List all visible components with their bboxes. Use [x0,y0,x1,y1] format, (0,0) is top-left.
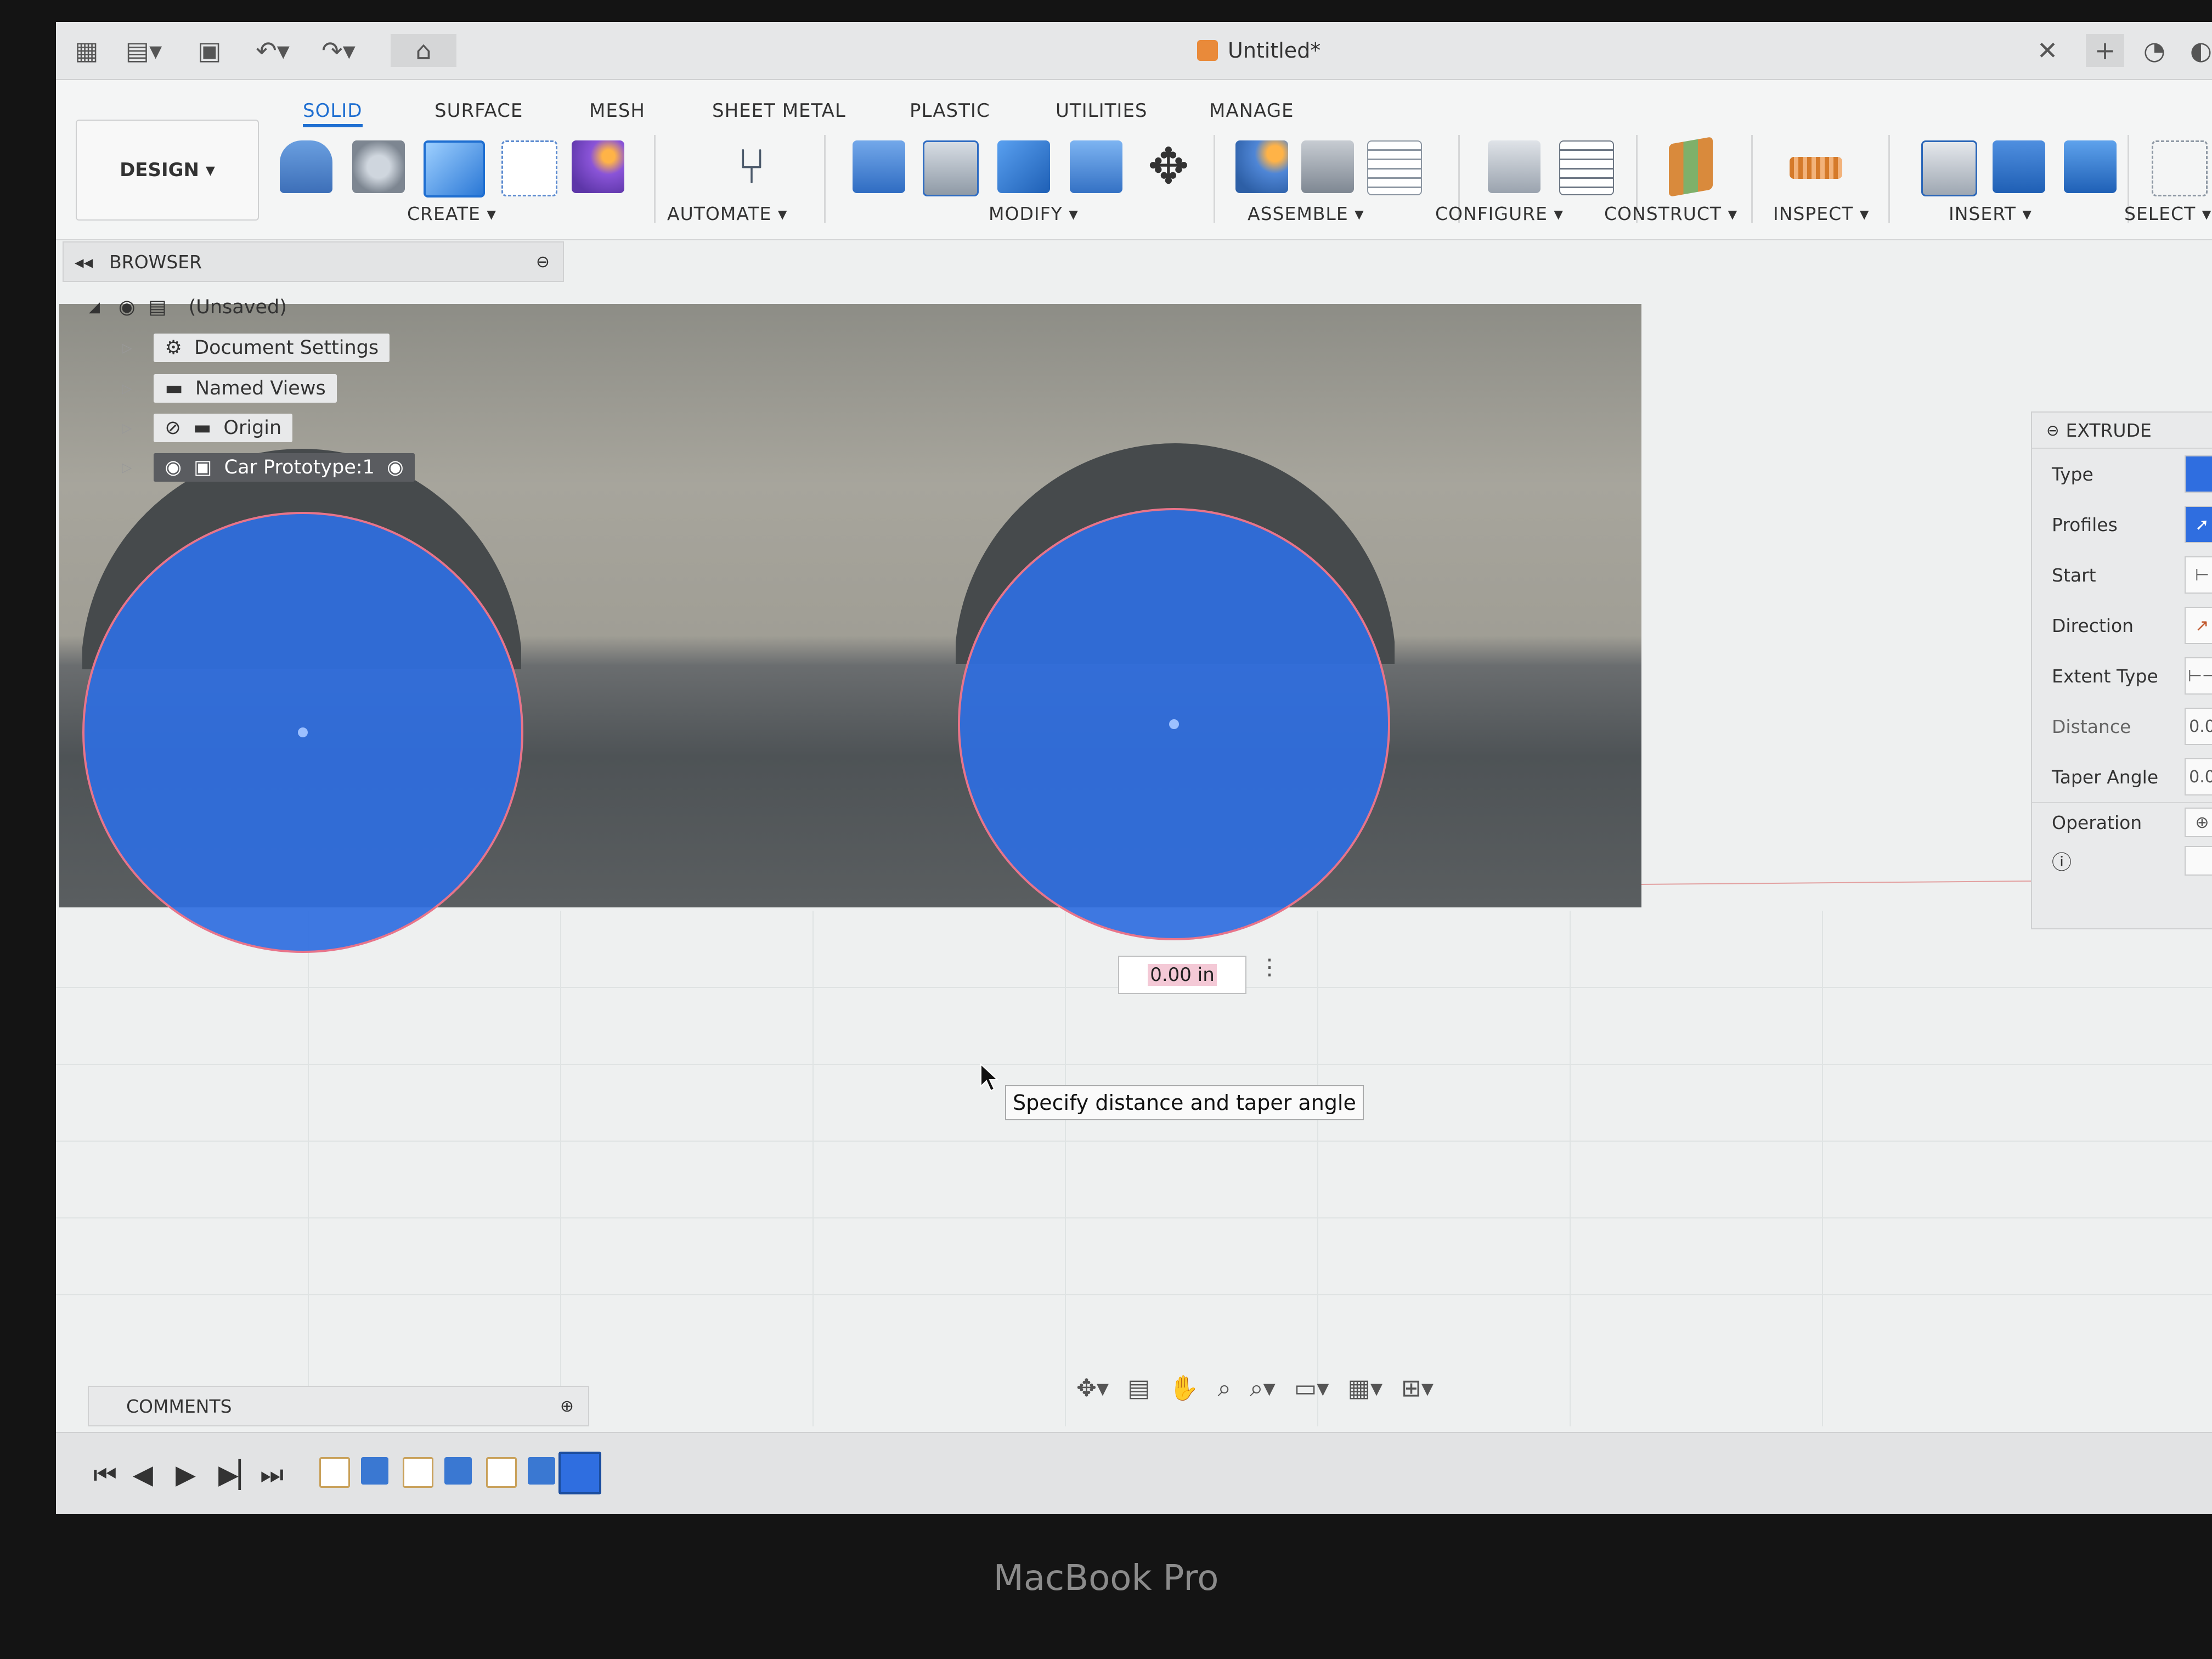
timeline-active-extrude-icon[interactable] [558,1452,601,1494]
browser-root[interactable]: ◢ ◉ ▤ (Unsaved) [89,291,287,324]
bezel-logo: MacBook Pro [993,1558,1219,1599]
extrude-row-operation: Operation ⊕ [2032,802,2212,842]
extrude-label: Profiles [2052,514,2118,535]
browser-options-icon[interactable]: ⊖ [536,252,550,272]
distance-input[interactable]: 0.00 in [1118,956,1246,994]
folder-icon: ▬ [165,377,183,399]
component-icon: ▣ [194,456,212,478]
extrude-footer: ⓘ [2032,842,2212,880]
orbit-icon[interactable]: ✥▾ [1076,1374,1109,1402]
profiles-select-button[interactable]: ➚ [2185,506,2212,543]
activate-radio-icon[interactable]: ◉ [387,456,404,478]
direction-dropdown[interactable]: ↗ [2185,607,2212,644]
comments-panel[interactable]: COMMENTS ⊕ [88,1386,589,1426]
extrude-row-distance: Distance 0.0 [2032,701,2212,752]
center-point-right[interactable] [1169,719,1179,729]
tree-item: ▬ Named Views [154,374,337,403]
browser-item-document-settings[interactable]: ▷ ⚙ Document Settings [122,331,390,364]
operation-dropdown[interactable]: ⊕ [2185,808,2212,837]
browser-title: BROWSER [109,251,202,273]
timeline-extrude-icon[interactable] [361,1457,388,1485]
folder-icon: ▬ [193,417,212,439]
extrude-row-direction: Direction ↗ [2032,600,2212,651]
sketch-line [1641,881,2032,885]
more-options-icon[interactable]: ⋮ [1259,955,1280,980]
timeline-sketch-icon[interactable] [319,1457,350,1488]
extrude-row-taper-angle: Taper Angle 0.0 [2032,752,2212,802]
zoom-window-icon[interactable]: ⌕▾ [1250,1374,1276,1402]
tooltip: Specify distance and taper angle [1005,1085,1364,1120]
go-to-start-icon[interactable]: ⏮ [93,1459,117,1491]
fusion-window: ▦ ▤▾ ▣ ↶▾ ↷▾ ⌂ Untitled* ✕ + ◔ ◐ DESIGN … [56,22,2212,1514]
browser-panel-header[interactable]: ◂◂ BROWSER ⊖ [63,241,564,282]
document-icon: ▤ [148,296,167,318]
start-dropdown[interactable]: ⊢ [2185,556,2212,594]
display-settings-icon[interactable]: ▭▾ [1294,1374,1329,1402]
browser-item-origin[interactable]: ▷ ⊘ ▬ Origin [122,411,293,444]
eye-icon[interactable]: ◉ [119,296,136,318]
go-to-end-icon[interactable]: ⏭ [260,1459,284,1491]
distance-field[interactable]: 0.0 [2185,708,2212,745]
step-back-icon[interactable]: ◀ [133,1459,153,1490]
collapse-browser-icon[interactable]: ◂◂ [75,251,93,273]
tree-item: ⊘ ▬ Origin [154,414,293,442]
timeline-sketch-icon[interactable] [403,1457,433,1488]
expand-arrow-icon[interactable]: ▷ [122,381,132,396]
expand-arrow-icon[interactable]: ▷ [122,460,132,475]
extrude-title: EXTRUDE [2066,419,2152,441]
pan-icon[interactable]: ✋ [1169,1374,1199,1402]
hidden-eye-icon[interactable]: ⊘ [165,417,180,439]
extrude-label: Direction [2052,614,2134,636]
gear-icon: ⚙ [165,337,182,359]
zoom-icon[interactable]: ⌕ [1217,1374,1231,1402]
add-comment-icon[interactable]: ⊕ [560,1397,574,1416]
timeline-extrude-icon[interactable] [528,1457,555,1485]
expand-arrow-icon[interactable]: ▷ [122,340,132,356]
expand-arrow-icon[interactable]: ▷ [122,420,132,436]
ok-button[interactable] [2185,846,2212,876]
timeline-extrude-icon[interactable] [444,1457,472,1485]
viewports-icon[interactable]: ⊞▾ [1401,1374,1434,1402]
extrude-dialog: ⊖ EXTRUDE Type Profiles ➚ Start ⊢ Direct… [2031,411,2212,929]
tree-item-selected: ◉ ▣ Car Prototype:1 ◉ [154,453,415,482]
taper-angle-field[interactable]: 0.0 [2185,758,2212,795]
extrude-label: Type [2052,463,2094,485]
distance-input-value: 0.00 in [1148,964,1217,986]
extent-type-dropdown[interactable]: ⊢⊣ [2185,657,2212,695]
extrude-label: Start [2052,564,2096,586]
tree-item-label: Origin [223,417,282,439]
extrude-row-type: Type [2032,449,2212,499]
extrude-row-profiles: Profiles ➚ [2032,499,2212,550]
tree-item-label: Car Prototype:1 [224,456,375,478]
type-button[interactable] [2185,455,2212,493]
tree-item-label: Document Settings [194,337,379,359]
extrude-label: Extent Type [2052,665,2158,687]
extrude-label: Taper Angle [2052,766,2159,788]
browser-item-car-prototype[interactable]: ▷ ◉ ▣ Car Prototype:1 ◉ [122,451,415,484]
comments-title: COMMENTS [126,1395,232,1417]
extrude-label: Operation [2052,811,2142,833]
timeline: ⏮ ◀ ▶ ▶▏ ⏭ [56,1432,2212,1514]
extrude-row-extent-type: Extent Type ⊢⊣ [2032,651,2212,701]
browser-item-named-views[interactable]: ▷ ▬ Named Views [122,372,337,405]
step-forward-icon[interactable]: ▶▏ [218,1459,259,1490]
timeline-sketch-icon[interactable] [486,1457,517,1488]
tree-item-label: Named Views [195,377,326,399]
look-at-icon[interactable]: ▤ [1127,1374,1150,1402]
browser-root-label: (Unsaved) [188,296,287,318]
extrude-row-start: Start ⊢ [2032,550,2212,600]
grid-settings-icon[interactable]: ▦▾ [1347,1374,1383,1402]
tree-item: ⚙ Document Settings [154,334,390,362]
eye-icon[interactable]: ◉ [165,456,182,478]
navigation-bar: ✥▾ ▤ ✋ ⌕ ⌕▾ ▭▾ ▦▾ ⊞▾ [1076,1366,1526,1410]
mouse-cursor-icon [980,1063,999,1092]
collapse-dialog-icon[interactable]: ⊖ [2046,421,2059,439]
play-icon[interactable]: ▶ [176,1459,196,1490]
collapse-arrow-icon[interactable]: ◢ [89,299,100,315]
extrude-label: Distance [2052,715,2131,737]
extrude-header[interactable]: ⊖ EXTRUDE [2032,413,2212,449]
info-icon[interactable]: ⓘ [2052,847,2072,875]
center-point-left[interactable] [298,727,308,737]
